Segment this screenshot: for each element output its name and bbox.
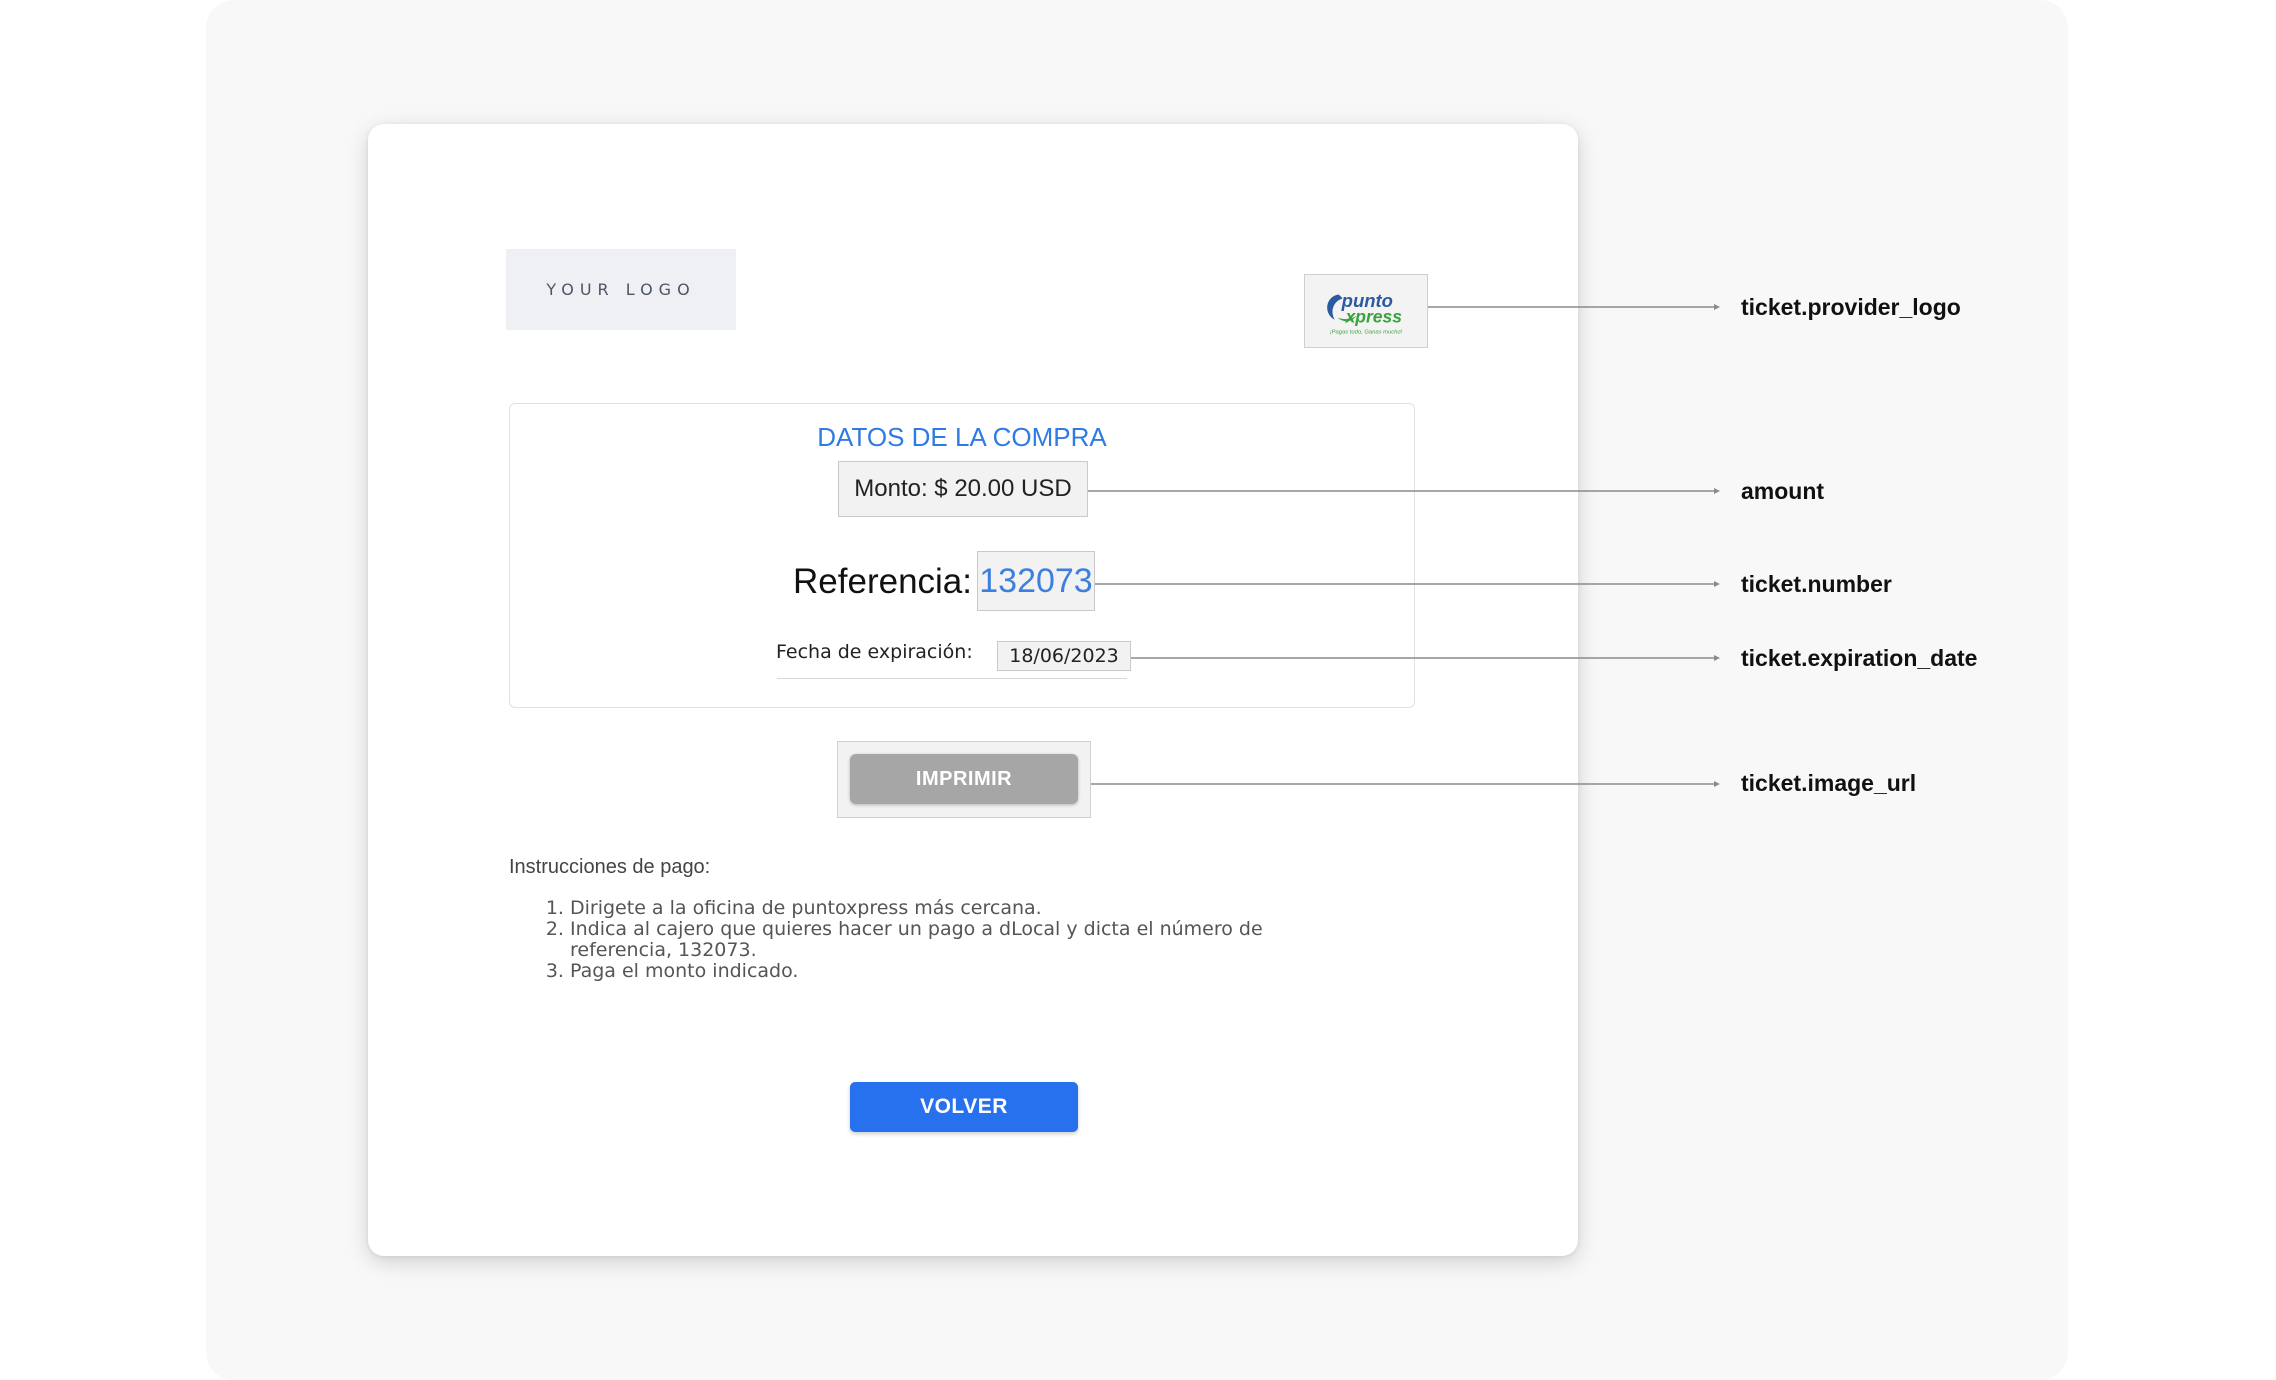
- arrowhead-icon: [1714, 581, 1720, 587]
- arrowhead-icon: [1714, 488, 1720, 494]
- arrowhead-icon: [1714, 304, 1720, 310]
- annotation-amount: amount: [1741, 478, 1825, 504]
- annotation-provider-logo: ticket.provider_logo: [1741, 294, 1961, 320]
- arrowhead-icon: [1714, 655, 1720, 661]
- annotation-image-url: ticket.image_url: [1741, 770, 1917, 796]
- annotation-connectors: [1088, 304, 1720, 787]
- annotation-ticket-number: ticket.number: [1741, 571, 1892, 597]
- arrowhead-icon: [1714, 781, 1720, 787]
- annotation-expiration-date: ticket.expiration_date: [1741, 645, 1978, 671]
